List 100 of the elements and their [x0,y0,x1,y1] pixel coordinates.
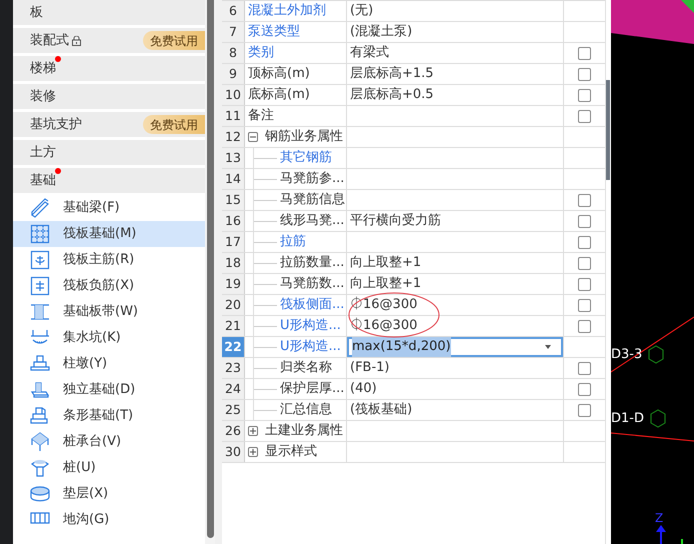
row-number: 22 [222,337,245,357]
property-value: (筏板基础) [350,401,412,420]
row-number: 9 [222,64,245,84]
strip-footing-icon [30,406,50,426]
property-value: (FB-1) [350,359,390,378]
property-value: 有梁式 [350,44,389,62]
category-label: 基坑支护 [30,116,82,134]
scrollbar-thumb[interactable] [206,0,214,538]
checkbox[interactable] [578,194,591,206]
free-trial-badge[interactable]: 免费试用 [143,115,205,134]
row-number: 21 [222,316,245,336]
y-axis-marker [681,539,683,544]
value-dropdown[interactable]: max(15*d,200) [347,337,563,357]
category-label: 土方 [30,144,56,162]
category-label: 装修 [30,88,56,106]
rebar-symbol-icon [30,276,50,296]
row-number: 13 [222,148,245,168]
caret-icon[interactable] [545,345,551,349]
sidebar-item[interactable]: 筏板基础(M) [13,221,205,247]
collapse-handle[interactable] [606,80,610,180]
checkbox[interactable] [578,88,591,102]
checkbox[interactable] [578,110,591,122]
property-name: 顶标高(m) [248,65,310,84]
row-number: 14 [222,169,245,189]
property-name: 底标高(m) [248,86,310,104]
property-name: 马凳筋信息 [280,191,345,210]
property-name[interactable]: 拉筋 [280,232,306,252]
axis-label: Z [655,512,664,524]
property-name[interactable]: 泵送类型 [248,22,300,42]
property-value: 平行横向受力筋 [350,212,441,230]
checkbox[interactable] [578,236,591,248]
category-label: 装配式 [30,32,69,50]
row-number: 12 [222,127,245,147]
checkbox[interactable] [578,256,591,270]
row-number: 10 [222,85,245,105]
row-number: 25 [222,400,245,420]
checkbox[interactable] [578,46,591,60]
property-name: 马凳筋参... [280,170,344,188]
property-value: (混凝土泵) [350,23,412,42]
category-row[interactable]: 基础 [13,168,205,193]
property-name: 保护层厚... [280,380,344,398]
beam-icon [30,198,50,218]
checkbox[interactable] [578,382,591,396]
checkbox[interactable] [578,278,591,290]
grid-axis-label: D1-D [611,411,644,427]
property-name[interactable]: 类别 [248,43,274,63]
checkbox[interactable] [578,320,591,332]
slab-corner [681,0,694,13]
category-row[interactable]: 装配式 免费试用 [13,28,205,53]
row-number: 17 [222,232,245,252]
property-name[interactable]: U形构造... [280,337,341,357]
checkbox[interactable] [578,404,591,416]
row-number: 20 [222,295,245,315]
hexagon-marker [648,345,664,364]
row-number: 26 [222,421,245,441]
property-name[interactable]: 混凝土外加剂 [248,1,326,21]
property-value: 层底标高+0.5 [350,86,434,104]
free-trial-badge[interactable]: 免费试用 [143,31,205,50]
collapse-toggle-icon[interactable] [248,132,258,142]
property-value: 层底标高+1.5 [350,65,434,84]
category-row[interactable]: 装修 [13,84,205,109]
property-name: 拉筋数量... [280,254,344,272]
checkbox[interactable] [578,68,591,80]
row-number: 18 [222,253,245,273]
property-name: 马凳筋数... [280,275,344,294]
row-number: 30 [222,442,245,462]
rebar-symbol-icon [30,250,50,270]
row-number: 8 [222,43,245,63]
grid-icon [30,224,50,244]
checkbox[interactable] [578,214,591,228]
row-number: 15 [222,190,245,210]
property-name: 归类名称 [280,359,332,378]
checkbox[interactable] [578,298,591,312]
footing-icon [30,380,50,400]
pile-icon [30,458,50,478]
expand-toggle-icon[interactable] [248,447,258,457]
category-row[interactable]: 基坑支护 免费试用 [13,112,205,137]
category-label: 楼梯 [30,58,56,78]
row-number: 11 [222,106,245,126]
row-number: 24 [222,379,245,399]
property-value: (无) [350,2,374,20]
cushion-icon [30,484,50,504]
row-number: 16 [222,211,245,231]
row-number: 19 [222,274,245,294]
property-name[interactable]: U形构造... [280,316,341,336]
property-name: 土建业务属性 [265,422,343,440]
checkbox[interactable] [578,362,591,374]
property-name: 显示样式 [265,443,317,462]
category-label: 基础 [30,170,56,190]
property-name: 汇总信息 [280,401,332,420]
expand-toggle-icon[interactable] [248,426,258,436]
category-row[interactable]: 板 [13,0,205,25]
category-row[interactable]: 楼梯 [13,56,205,81]
property-name: 线形马凳... [280,212,344,230]
z-axis-arrow [656,525,666,544]
property-value: (40) [350,380,377,398]
property-value: 向上取整+1 [350,254,422,272]
category-row[interactable]: 土方 [13,140,205,165]
property-name[interactable]: 筏板侧面... [280,295,344,315]
property-name[interactable]: 其它钢筋 [280,148,332,168]
